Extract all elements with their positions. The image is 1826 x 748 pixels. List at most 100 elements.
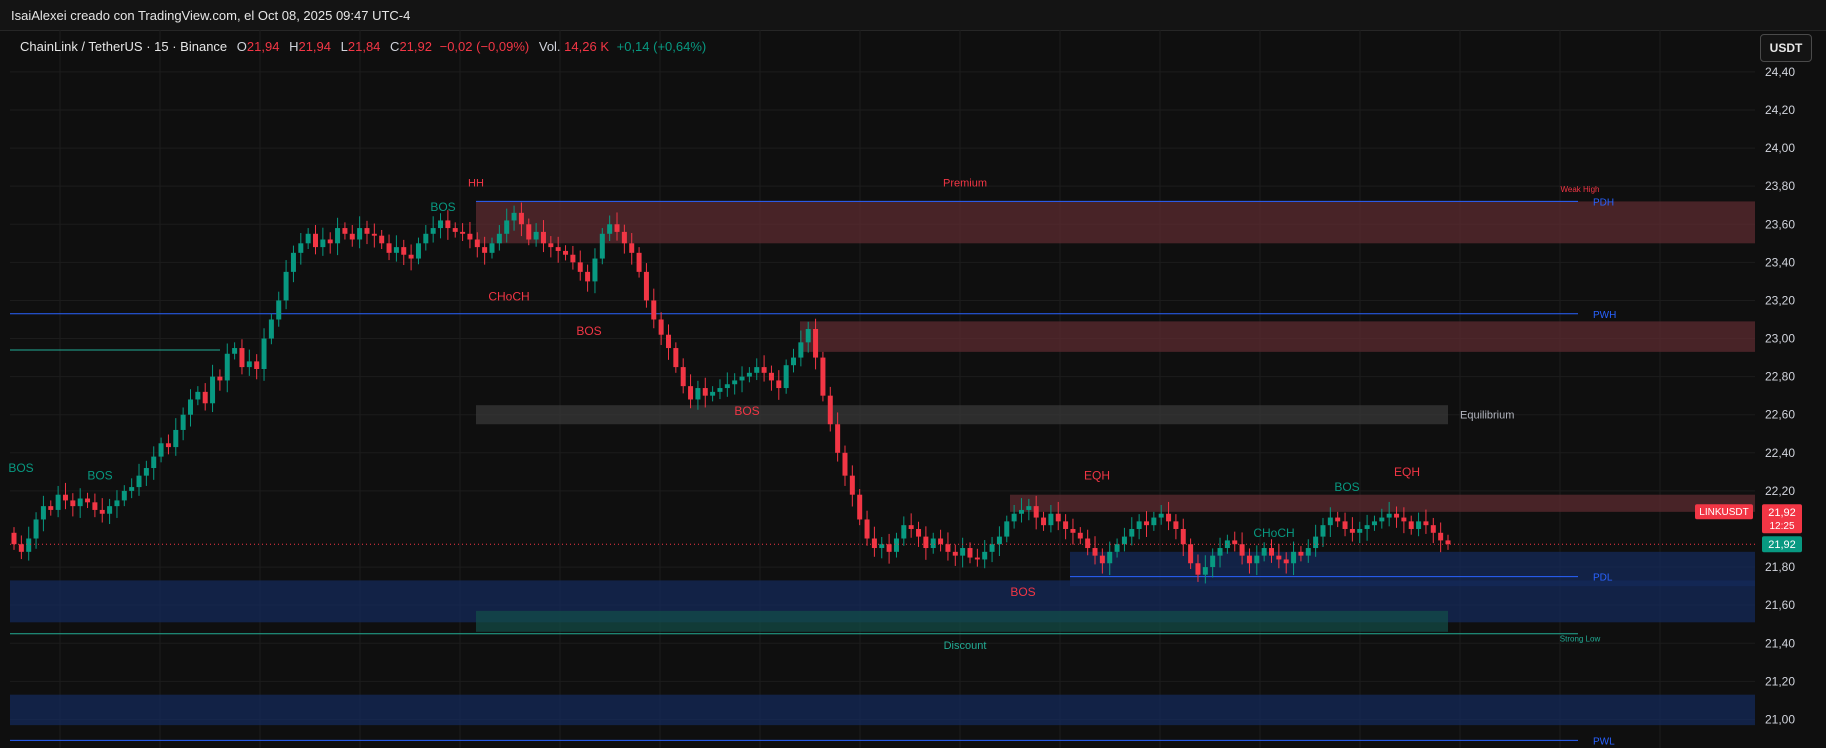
candle-body[interactable] [33, 519, 39, 539]
candle-body[interactable] [776, 380, 782, 389]
candle-body[interactable] [1423, 521, 1429, 526]
candle-body[interactable] [26, 538, 32, 552]
candle-body[interactable] [1364, 525, 1370, 529]
candle-body[interactable] [85, 498, 91, 503]
candle-body[interactable] [1408, 521, 1414, 529]
candle-body[interactable] [599, 233, 605, 259]
candle-body[interactable] [798, 342, 804, 358]
candle-body[interactable] [246, 361, 252, 368]
candle-body[interactable] [952, 551, 958, 556]
candle-body[interactable] [276, 300, 282, 320]
candle-body[interactable] [342, 228, 348, 234]
candle-body[interactable] [1335, 517, 1341, 522]
candle-body[interactable] [136, 475, 142, 488]
candle-body[interactable] [916, 528, 922, 537]
candle-body[interactable] [114, 500, 120, 507]
candle-body[interactable] [886, 544, 892, 552]
candle-body[interactable] [489, 243, 495, 253]
candle-body[interactable] [195, 391, 201, 400]
candle-body[interactable] [99, 509, 105, 514]
candle-body[interactable] [879, 544, 885, 549]
candle-body[interactable] [864, 519, 870, 539]
candle-body[interactable] [482, 247, 488, 253]
candle-body[interactable] [327, 239, 333, 244]
candle-body[interactable] [1416, 521, 1422, 529]
candle-body[interactable] [908, 525, 914, 529]
candle-body[interactable] [423, 233, 429, 244]
candle-body[interactable] [1342, 521, 1348, 529]
candle-body[interactable] [1357, 528, 1363, 533]
candle-body[interactable] [1246, 555, 1252, 564]
candle-body[interactable] [445, 220, 451, 229]
candle-body[interactable] [739, 376, 745, 381]
candle-body[interactable] [187, 399, 193, 415]
candle-body[interactable] [827, 395, 833, 425]
candle-body[interactable] [724, 384, 730, 389]
candle-body[interactable] [842, 452, 848, 476]
candle-body[interactable] [77, 498, 83, 507]
candle-body[interactable] [820, 357, 826, 396]
candle-body[interactable] [518, 212, 524, 225]
candle-body[interactable] [533, 231, 539, 240]
candle-body[interactable] [1173, 521, 1179, 529]
candle-body[interactable] [1254, 555, 1260, 564]
candle-body[interactable] [673, 348, 679, 368]
candle-body[interactable] [540, 231, 546, 244]
candle-body[interactable] [1195, 563, 1201, 575]
candle-body[interactable] [688, 386, 694, 400]
candlestick-chart[interactable]: 24,40 24,20 24,00 23,80 23,60 23,40 23,20 23,00… [0, 0, 1826, 748]
candle-body[interactable] [11, 532, 17, 545]
candle-body[interactable] [1041, 517, 1047, 526]
candle-body[interactable] [121, 490, 127, 501]
candle-body[interactable] [283, 271, 289, 301]
candle-body[interactable] [1151, 517, 1157, 526]
candle-body[interactable] [415, 243, 421, 259]
candle-body[interactable] [1092, 548, 1098, 556]
candle-body[interactable] [923, 536, 929, 549]
candle-body[interactable] [1232, 540, 1238, 545]
candle-body[interactable] [680, 367, 686, 387]
candle-body[interactable] [1217, 548, 1223, 556]
candle-body[interactable] [438, 220, 444, 229]
candle-body[interactable] [1136, 521, 1142, 529]
candle-body[interactable] [665, 334, 671, 349]
candle-body[interactable] [805, 329, 811, 343]
candle-body[interactable] [1320, 525, 1326, 537]
currency-button[interactable]: USDT [1760, 34, 1812, 62]
candle-body[interactable] [1180, 528, 1186, 545]
candle-body[interactable] [460, 231, 466, 234]
candle-body[interactable] [761, 367, 767, 373]
candle-body[interactable] [717, 388, 723, 392]
candle-body[interactable] [1327, 517, 1333, 526]
candle-body[interactable] [614, 224, 620, 232]
candle-body[interactable] [585, 271, 591, 282]
candle-body[interactable] [474, 239, 480, 248]
candle-body[interactable] [791, 357, 797, 366]
candle-body[interactable] [1107, 551, 1113, 564]
candle-body[interactable] [217, 376, 223, 381]
candle-body[interactable] [871, 538, 877, 549]
candle-body[interactable] [849, 475, 855, 495]
candle-body[interactable] [960, 548, 966, 556]
candle-body[interactable] [768, 372, 774, 381]
candle-body[interactable] [1129, 528, 1135, 537]
candle-body[interactable] [430, 228, 436, 234]
candle-body[interactable] [621, 231, 627, 244]
candle-body[interactable] [305, 233, 311, 244]
candle-body[interactable] [1048, 513, 1054, 526]
candle-body[interactable] [1077, 532, 1083, 539]
candle-body[interactable] [290, 252, 296, 272]
candle-body[interactable] [1298, 551, 1304, 556]
candle-body[interactable] [1188, 544, 1194, 564]
candle-body[interactable] [62, 494, 68, 501]
candle-body[interactable] [526, 224, 532, 240]
candle-body[interactable] [129, 487, 135, 491]
candle-body[interactable] [1202, 567, 1208, 575]
candle-body[interactable] [1166, 513, 1172, 522]
candle-body[interactable] [386, 243, 392, 253]
candle-body[interactable] [1371, 521, 1377, 526]
candle-body[interactable] [548, 243, 554, 248]
candle-body[interactable] [173, 429, 179, 448]
candle-body[interactable] [232, 348, 238, 354]
candle-body[interactable] [1269, 548, 1275, 556]
